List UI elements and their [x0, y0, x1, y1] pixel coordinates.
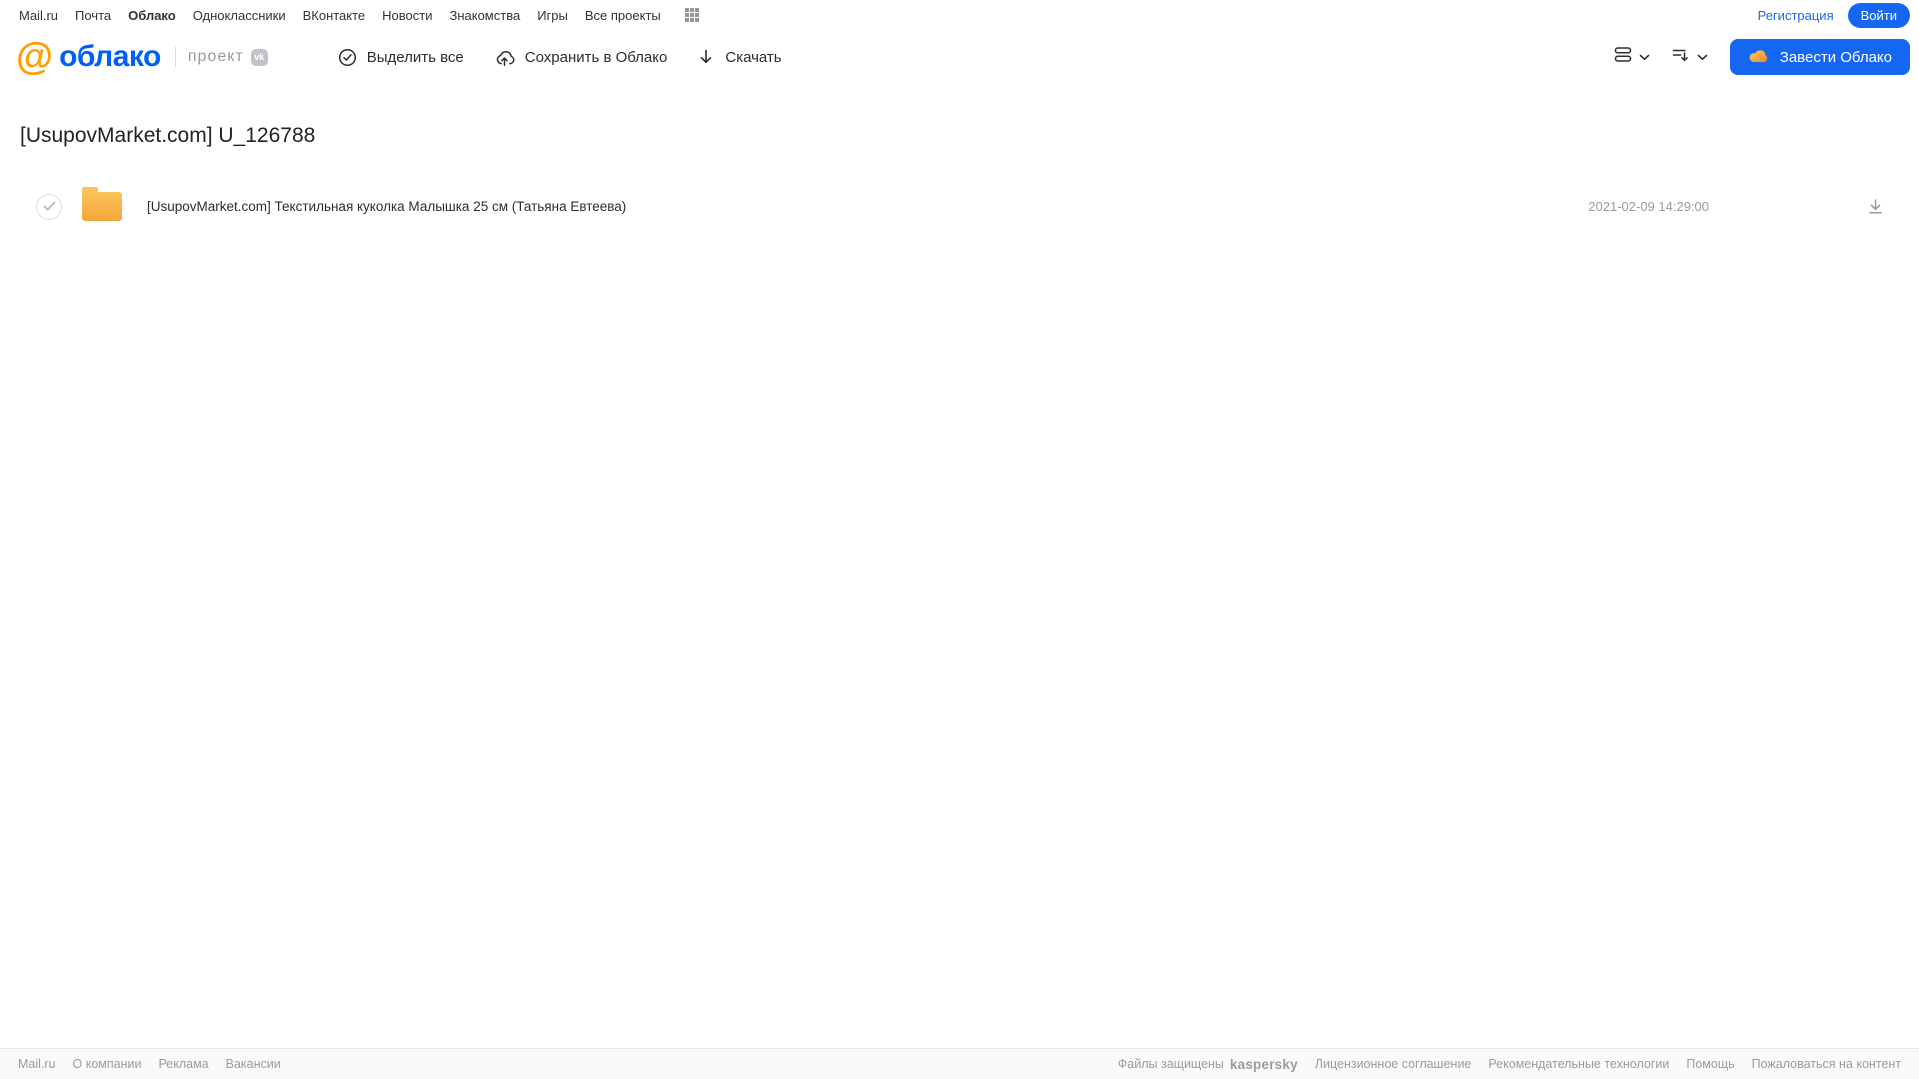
top-nav-bar: Mail.ru Почта Облако Одноклассники ВКонт…	[0, 0, 1919, 30]
row-download-icon[interactable]	[1867, 198, 1884, 215]
footer-mailru-link[interactable]: Mail.ru	[18, 1057, 56, 1071]
auth-area: Регистрация Войти	[1758, 2, 1910, 28]
chevron-down-icon	[1639, 48, 1650, 66]
save-to-cloud-label: Сохранить в Облако	[524, 48, 668, 66]
page-title: [UsupovMarket.com] U_126788	[20, 124, 316, 147]
download-icon	[697, 48, 715, 66]
folder-icon[interactable]	[82, 187, 122, 221]
kaspersky-protection: Файлы защищены kaspersky	[1118, 1057, 1298, 1072]
footer-help-link[interactable]: Помощь	[1686, 1057, 1734, 1071]
footer-ads-link[interactable]: Реклама	[158, 1057, 208, 1071]
nav-novosti[interactable]: Новости	[382, 8, 432, 23]
cloud-icon	[1748, 47, 1770, 67]
footer-jobs-link[interactable]: Вакансии	[226, 1057, 281, 1071]
chevron-down-icon	[1697, 48, 1708, 66]
footer-license-link[interactable]: Лицензионное соглашение	[1315, 1057, 1472, 1071]
nav-vkontakte[interactable]: ВКонтакте	[303, 8, 366, 23]
file-row[interactable]: [UsupovMarket.com] Текстильная куколка М…	[20, 187, 1919, 221]
project-label: проект	[187, 48, 244, 65]
file-toolbar: Выделить все Сохранить в Облако Скачать	[338, 48, 782, 67]
nav-vse-proekty[interactable]: Все проекты	[585, 8, 661, 23]
registration-link[interactable]: Регистрация	[1758, 8, 1834, 23]
kaspersky-logo[interactable]: kaspersky	[1230, 1057, 1298, 1072]
get-cloud-label: Завести Облако	[1779, 48, 1892, 66]
login-button[interactable]: Войти	[1847, 2, 1910, 28]
file-name-link[interactable]: [UsupovMarket.com] Текстильная куколка М…	[147, 199, 626, 214]
nav-odnoklassniki[interactable]: Одноклассники	[193, 8, 286, 23]
logo-wordmark: облако	[59, 40, 161, 73]
cloud-upload-icon	[494, 48, 515, 67]
vk-badge-icon: vk	[250, 48, 268, 66]
select-all-button[interactable]: Выделить все	[338, 48, 464, 67]
save-to-cloud-button[interactable]: Сохранить в Облако	[494, 48, 668, 67]
select-all-label: Выделить все	[366, 48, 464, 66]
footer-recsys-link[interactable]: Рекомендательные технологии	[1488, 1057, 1669, 1071]
nav-mailru[interactable]: Mail.ru	[19, 8, 58, 23]
footer-right-links: Файлы защищены kaspersky Лицензионное со…	[1118, 1057, 1901, 1072]
footer-about-link[interactable]: О компании	[73, 1057, 142, 1071]
footer-left-links: Mail.ru О компании Реклама Вакансии	[18, 1057, 281, 1071]
apps-grid-icon[interactable]	[684, 7, 700, 23]
header-right-controls: Завести Облако	[1614, 39, 1910, 75]
check-circle-icon	[338, 48, 357, 67]
download-label: Скачать	[725, 48, 782, 66]
header-bar: @ облако проект vk Выделить все Сохранит…	[0, 30, 1919, 84]
logo-divider	[174, 47, 176, 67]
nav-oblako[interactable]: Облако	[128, 8, 176, 23]
main-content: [UsupovMarket.com] U_126788 [UsupovMarke…	[0, 84, 1919, 221]
portal-links: Mail.ru Почта Облако Одноклассники ВКонт…	[19, 7, 700, 23]
nav-igry[interactable]: Игры	[537, 8, 568, 23]
nav-znakomstva[interactable]: Знакомства	[449, 8, 520, 23]
row-checkbox[interactable]	[36, 193, 62, 220]
view-mode-control[interactable]	[1614, 46, 1650, 68]
get-cloud-button[interactable]: Завести Облако	[1729, 39, 1910, 75]
protected-label: Файлы защищены	[1117, 1057, 1224, 1071]
cloud-logo[interactable]: @ облако проект vk	[16, 36, 268, 78]
sort-control[interactable]	[1672, 47, 1708, 68]
mailru-at-icon: @	[16, 36, 54, 78]
footer: Mail.ru О компании Реклама Вакансии Файл…	[0, 1048, 1919, 1079]
download-button[interactable]: Скачать	[697, 48, 782, 66]
nav-pochta[interactable]: Почта	[75, 8, 111, 23]
sort-icon	[1672, 47, 1690, 68]
file-modified-date: 2021-02-09 14:29:00	[1588, 199, 1709, 214]
footer-report-link[interactable]: Пожаловаться на контент	[1752, 1057, 1901, 1071]
list-view-icon	[1614, 46, 1632, 68]
